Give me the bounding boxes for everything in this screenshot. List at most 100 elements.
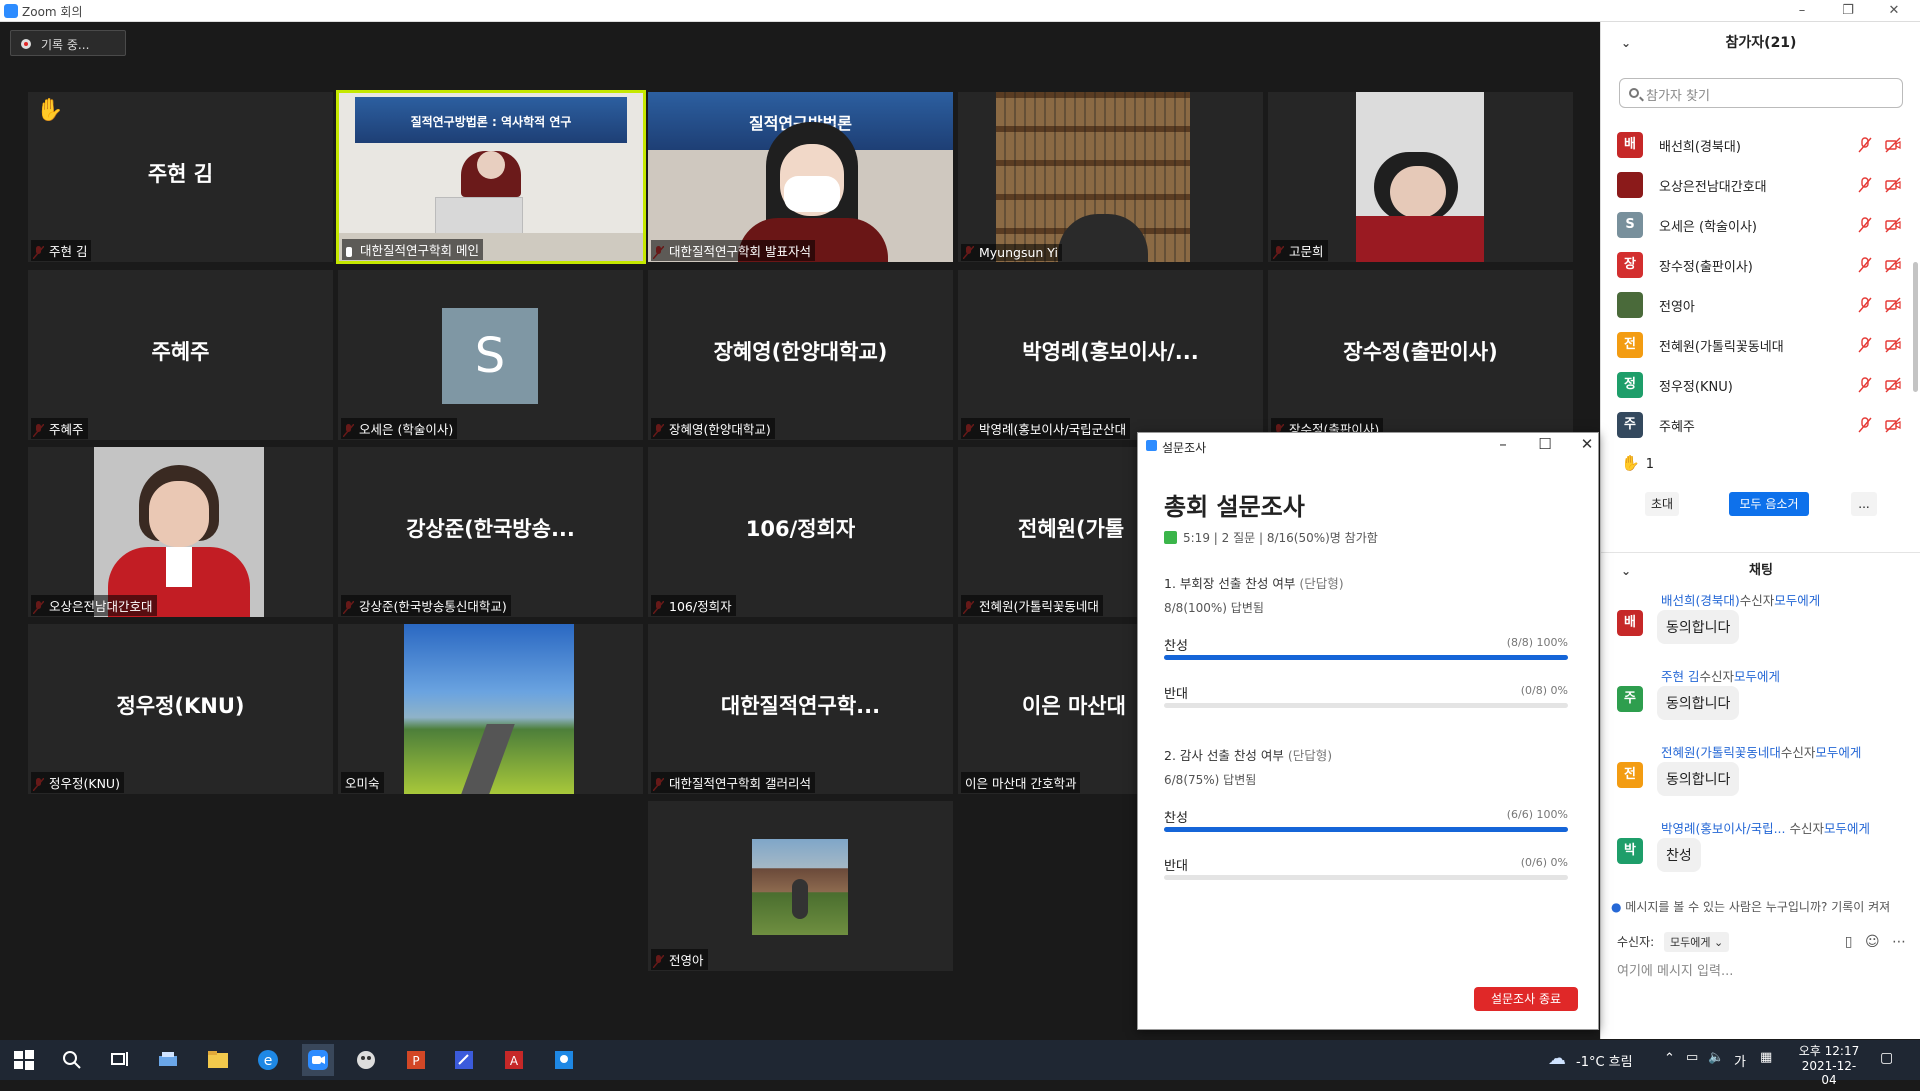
recording-indicator[interactable]: 기록 중... (10, 30, 126, 56)
muted-mic-icon[interactable] (1857, 297, 1873, 313)
video-off-icon[interactable] (1885, 377, 1901, 393)
task-view-icon[interactable] (108, 1048, 132, 1072)
poll-meta-text: 5:19 | 2 질문 | 8/16(50%)명 참가함 (1183, 531, 1378, 545)
participant-row[interactable]: 정 정우정(KNU) (1617, 368, 1913, 402)
video-tile[interactable]: 정우정(KNU) 정우정(KNU) (28, 624, 333, 794)
participant-name: 전혜원(가톨릭꽃동네대 (1659, 340, 1784, 355)
video-tile[interactable]: 오상은전남대간호대 (28, 447, 333, 617)
video-off-icon[interactable] (1885, 217, 1901, 233)
restore-button[interactable]: ❐ (1826, 1, 1870, 21)
participant-row[interactable]: 전 전혜원(가톨릭꽃동네대 (1617, 328, 1913, 362)
tile-display-name: 정우정(KNU) (116, 694, 245, 718)
muted-mic-icon[interactable] (1857, 137, 1873, 153)
video-tile[interactable]: 106/정희자 106/정희자 (648, 447, 953, 617)
tile-display-name: 주혜주 (151, 340, 210, 364)
tile-name-label: 전혜원(가톨릭꽃동네대 (961, 595, 1103, 616)
minimize-button[interactable]: – (1780, 1, 1824, 21)
show-hidden-icons[interactable]: ⌃ (1664, 1051, 1675, 1091)
participant-scrollbar[interactable] (1913, 262, 1918, 392)
video-tile[interactable]: 오미숙 (338, 624, 643, 794)
chat-bubble: 동의합니다 (1657, 610, 1740, 644)
video-tile[interactable]: 고문희 (1268, 92, 1573, 262)
editor-app-icon[interactable] (452, 1048, 476, 1072)
option-result: (0/8) 0% (1520, 684, 1568, 697)
video-tile[interactable]: ✋ 주현 김 주현 김 (28, 92, 333, 262)
muted-mic-icon[interactable] (1857, 257, 1873, 273)
volume-icon[interactable]: 🔈 (1708, 1050, 1724, 1090)
network-icon[interactable]: ▭ (1686, 1050, 1698, 1090)
close-button[interactable]: ✕ (1872, 1, 1916, 21)
chat-note-text: 메시지를 볼 수 있는 사람은 누구입니까? 기록이 켜져 (1625, 900, 1891, 914)
participant-row[interactable]: 전영아 (1617, 288, 1913, 322)
maximize-button[interactable]: ☐ (1530, 435, 1560, 453)
video-tile[interactable]: 강상준(한국방송... 강상준(한국방송통신대학교) (338, 447, 643, 617)
video-tile[interactable]: 장혜영(한양대학교) 장혜영(한양대학교) (648, 270, 953, 440)
chat-bubble: 찬성 (1657, 838, 1701, 872)
muted-mic-icon[interactable] (1857, 417, 1873, 433)
video-tile[interactable]: 박영례(홍보이사/... 박영례(홍보이사/국립군산대 (958, 270, 1263, 440)
poll-option: 반대 (0/6) 0% (1164, 855, 1568, 885)
chat-sender: 박영례(홍보이사/국립... (1661, 821, 1786, 836)
video-tile[interactable]: Myungsun Yi (958, 92, 1263, 262)
zoom-taskbar-icon[interactable] (306, 1048, 330, 1072)
emoji-icon[interactable]: ☺ (1865, 934, 1880, 950)
raised-hands-count: ✋ 1 (1621, 454, 1654, 472)
video-tile[interactable]: 주혜주 주혜주 (28, 270, 333, 440)
muted-mic-icon[interactable] (1857, 377, 1873, 393)
option-label: 반대 (1164, 859, 1188, 874)
option-label: 찬성 (1164, 811, 1188, 826)
minimize-button[interactable]: – (1488, 435, 1518, 453)
edge-browser-icon[interactable]: e (256, 1048, 280, 1072)
video-off-icon[interactable] (1885, 257, 1901, 273)
video-tile[interactable]: 전영아 (648, 801, 953, 971)
pdf-reader-icon[interactable]: A (502, 1048, 526, 1072)
participant-row[interactable]: 주 주혜주 (1617, 408, 1913, 442)
collapse-chevron-icon[interactable]: ⌄ (1621, 22, 1631, 64)
video-tile[interactable]: 대한질적연구학... 대한질적연구학회 갤러리석 (648, 624, 953, 794)
participant-search-input[interactable]: 참가자 찾기 (1619, 78, 1903, 108)
tile-display-name: 박영례(홍보이사/... (1022, 340, 1199, 364)
messenger-app-icon[interactable] (552, 1048, 576, 1072)
video-tile[interactable]: 질적연구방법론 대한질적연구학회 발표자석 (648, 92, 953, 262)
file-icon[interactable]: ▯ (1845, 934, 1853, 950)
windows-start-icon[interactable] (12, 1048, 36, 1072)
keyboard-icon[interactable]: ▦ (1760, 1050, 1772, 1090)
participant-row[interactable]: 장 장수정(출판이사) (1617, 248, 1913, 282)
pin-icon (346, 247, 352, 257)
muted-mic-icon[interactable] (1857, 337, 1873, 353)
chat-privacy-note[interactable]: ● 메시지를 볼 수 있는 사람은 누구입니까? 기록이 켜져 (1611, 898, 1915, 915)
close-button[interactable]: ✕ (1572, 435, 1602, 453)
video-off-icon[interactable] (1885, 177, 1901, 193)
muted-mic-icon[interactable] (1857, 217, 1873, 233)
powerpoint-icon[interactable]: P (404, 1048, 428, 1072)
notifications-icon[interactable]: ▢ (1880, 1050, 1893, 1090)
video-off-icon[interactable] (1885, 337, 1901, 353)
more-options-icon[interactable]: ⋯ (1892, 934, 1906, 950)
file-explorer-icon[interactable] (206, 1048, 230, 1072)
recipient-dropdown[interactable]: 모두에게 ⌄ (1664, 932, 1730, 952)
participant-row[interactable]: 오상은전남대간호대 (1617, 168, 1913, 202)
participant-row[interactable]: 배 배선희(경북대) (1617, 128, 1913, 162)
participant-row[interactable]: S 오세은 (학술이사) (1617, 208, 1913, 242)
video-tile[interactable]: S 오세은 (학술이사) (338, 270, 643, 440)
mute-all-button[interactable]: 모두 음소거 (1729, 492, 1809, 516)
end-poll-button[interactable]: 설문조사 종료 (1474, 987, 1578, 1011)
search-icon[interactable] (60, 1048, 84, 1072)
video-off-icon[interactable] (1885, 417, 1901, 433)
video-tile[interactable]: 장수정(출판이사) 장수정(출판이사) (1268, 270, 1573, 440)
network-app-icon[interactable] (156, 1048, 180, 1072)
more-button[interactable]: ... (1851, 492, 1877, 516)
video-off-icon[interactable] (1885, 137, 1901, 153)
collapse-chevron-icon[interactable]: ⌄ (1621, 553, 1631, 589)
ime-indicator[interactable]: 가 (1734, 1051, 1746, 1091)
chat-message-input[interactable]: 여기에 메시지 입력... (1617, 960, 1733, 979)
presenter-face (477, 151, 505, 179)
muted-mic-icon[interactable] (1857, 177, 1873, 193)
chat-bubble: 동의합니다 (1657, 762, 1740, 796)
record-icon (21, 39, 31, 49)
game-app-icon[interactable] (354, 1048, 378, 1072)
video-off-icon[interactable] (1885, 297, 1901, 313)
invite-button[interactable]: 초대 (1645, 492, 1679, 516)
video-tile-active-speaker[interactable]: 질적연구방법론 : 역사학적 연구 대한질적연구학회 메인 (336, 90, 646, 264)
clock[interactable]: 오후 12:17 2021-12-04 (1796, 1042, 1862, 1087)
